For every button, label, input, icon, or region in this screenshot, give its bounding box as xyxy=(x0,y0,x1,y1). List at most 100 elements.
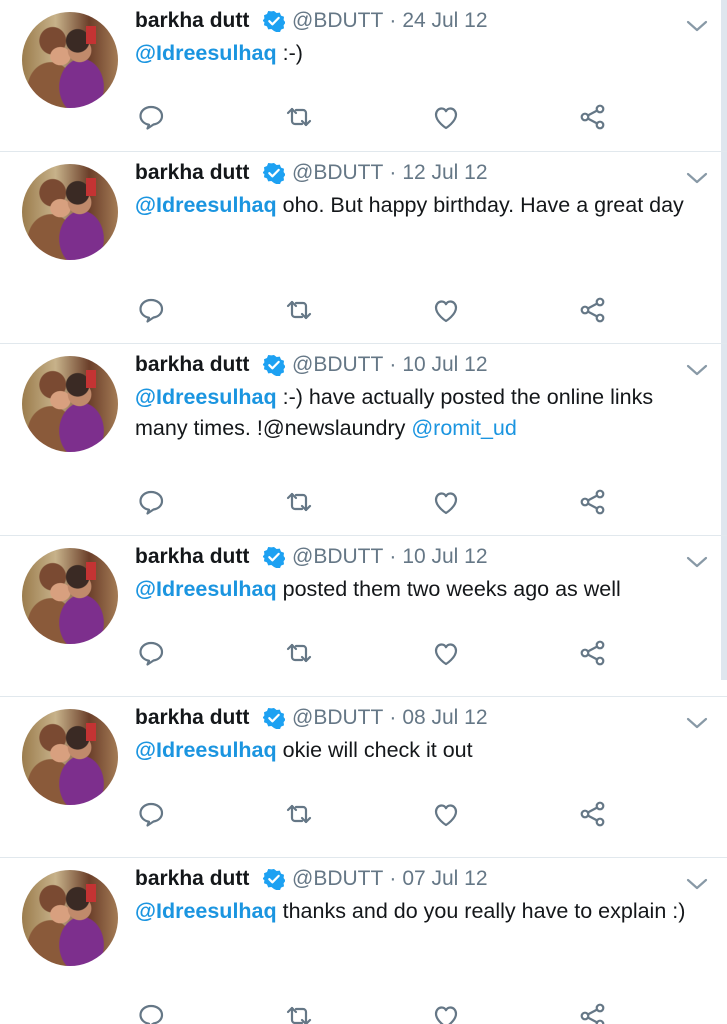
tweet-text: @Idreesulhaq :-) xyxy=(135,38,705,69)
tweet-text: @Idreesulhaq thanks and do you really ha… xyxy=(135,896,705,927)
tweet-text: @Idreesulhaq :-) have actually posted th… xyxy=(135,382,705,444)
reply-icon[interactable] xyxy=(136,638,166,668)
display-name[interactable]: barkha dutt xyxy=(135,866,249,892)
meta-separator: · xyxy=(389,706,397,729)
tweet-date[interactable]: 24 Jul 12 xyxy=(402,9,487,32)
tweet-date[interactable]: 10 Jul 12 xyxy=(402,353,487,376)
retweet-icon[interactable] xyxy=(284,799,314,829)
verified-badge-icon xyxy=(262,10,286,33)
tweet-text-content: oho. But happy birthday. Have a great da… xyxy=(276,193,684,217)
chevron-down-icon[interactable] xyxy=(686,19,708,33)
reply-mention-link[interactable]: @Idreesulhaq xyxy=(135,41,277,65)
tweet-text-content: thanks and do you really have to explain… xyxy=(276,899,686,923)
display-name[interactable]: barkha dutt xyxy=(135,352,249,378)
reply-mention-link[interactable]: @Idreesulhaq xyxy=(135,385,277,409)
tweet-meta: @BDUTT · 10 Jul 12 xyxy=(292,544,488,570)
handle[interactable]: @BDUTT xyxy=(292,9,383,32)
tweet-text-content: :-) xyxy=(276,41,303,65)
avatar-photo-detail xyxy=(86,562,96,580)
chevron-down-icon[interactable] xyxy=(686,877,708,891)
handle[interactable]: @BDUTT xyxy=(292,706,383,729)
tweet-meta: @BDUTT · 07 Jul 12 xyxy=(292,866,488,892)
handle[interactable]: @BDUTT xyxy=(292,161,383,184)
avatar[interactable] xyxy=(22,356,118,452)
chevron-down-icon[interactable] xyxy=(686,555,708,569)
avatar[interactable] xyxy=(22,548,118,644)
tweet[interactable]: barkha dutt @BDUTT · 12 Jul 12 @Idreesulhaq … xyxy=(0,152,727,344)
tweet-text-content: posted them two weeks ago as well xyxy=(276,577,621,601)
avatar-photo-detail xyxy=(86,26,96,44)
tweet[interactable]: barkha dutt @BDUTT · 24 Jul 12 @Idreesulhaq … xyxy=(0,0,727,152)
share-icon[interactable] xyxy=(578,102,608,132)
avatar-photo-detail xyxy=(86,370,96,388)
share-icon[interactable] xyxy=(578,487,608,517)
reply-mention-link[interactable]: @Idreesulhaq xyxy=(135,738,277,762)
tweet-date[interactable]: 12 Jul 12 xyxy=(402,161,487,184)
reply-mention-link[interactable]: @Idreesulhaq xyxy=(135,899,277,923)
reply-icon[interactable] xyxy=(136,487,166,517)
tweet-meta: @BDUTT · 08 Jul 12 xyxy=(292,705,488,731)
like-icon[interactable] xyxy=(431,295,461,325)
handle[interactable]: @BDUTT xyxy=(292,867,383,890)
retweet-icon[interactable] xyxy=(284,1001,314,1024)
retweet-icon[interactable] xyxy=(284,295,314,325)
retweet-icon[interactable] xyxy=(284,487,314,517)
like-icon[interactable] xyxy=(431,1001,461,1024)
share-icon[interactable] xyxy=(578,799,608,829)
handle[interactable]: @BDUTT xyxy=(292,545,383,568)
avatar-photo-detail xyxy=(86,178,96,196)
avatar[interactable] xyxy=(22,12,118,108)
verified-badge-icon xyxy=(262,868,286,891)
handle[interactable]: @BDUTT xyxy=(292,353,383,376)
reply-icon[interactable] xyxy=(136,295,166,325)
meta-separator: · xyxy=(389,867,397,890)
tweet-meta: @BDUTT · 12 Jul 12 xyxy=(292,160,488,186)
like-icon[interactable] xyxy=(431,799,461,829)
like-icon[interactable] xyxy=(431,487,461,517)
tweet-meta: @BDUTT · 24 Jul 12 xyxy=(292,8,488,34)
like-icon[interactable] xyxy=(431,102,461,132)
avatar[interactable] xyxy=(22,164,118,260)
avatar-photo-detail xyxy=(86,884,96,902)
tweet[interactable]: barkha dutt @BDUTT · 08 Jul 12 @Idreesulhaq … xyxy=(0,697,727,858)
meta-separator: · xyxy=(389,9,397,32)
share-icon[interactable] xyxy=(578,295,608,325)
tweet-text: @Idreesulhaq okie will check it out xyxy=(135,735,705,766)
share-icon[interactable] xyxy=(578,638,608,668)
display-name[interactable]: barkha dutt xyxy=(135,544,249,570)
reply-icon[interactable] xyxy=(136,799,166,829)
share-icon[interactable] xyxy=(578,1001,608,1024)
mention-link[interactable]: @romit_ud xyxy=(411,416,516,440)
chevron-down-icon[interactable] xyxy=(686,716,708,730)
tweet[interactable]: barkha dutt @BDUTT · 07 Jul 12 @Idreesulhaq … xyxy=(0,858,727,1024)
reply-mention-link[interactable]: @Idreesulhaq xyxy=(135,577,277,601)
tweet-timeline: barkha dutt @BDUTT · 24 Jul 12 @Idreesulhaq … xyxy=(0,0,727,1024)
retweet-icon[interactable] xyxy=(284,102,314,132)
avatar[interactable] xyxy=(22,709,118,805)
avatar-photo-detail xyxy=(86,723,96,741)
meta-separator: · xyxy=(389,161,397,184)
tweet-meta: @BDUTT · 10 Jul 12 xyxy=(292,352,488,378)
meta-separator: · xyxy=(389,545,397,568)
chevron-down-icon[interactable] xyxy=(686,171,708,185)
display-name[interactable]: barkha dutt xyxy=(135,8,249,34)
avatar[interactable] xyxy=(22,870,118,966)
chevron-down-icon[interactable] xyxy=(686,363,708,377)
reply-icon[interactable] xyxy=(136,102,166,132)
tweet[interactable]: barkha dutt @BDUTT · 10 Jul 12 @Idreesulhaq … xyxy=(0,536,727,697)
tweet-date[interactable]: 07 Jul 12 xyxy=(402,867,487,890)
like-icon[interactable] xyxy=(431,638,461,668)
tweet-text: @Idreesulhaq oho. But happy birthday. Ha… xyxy=(135,190,705,221)
reply-mention-link[interactable]: @Idreesulhaq xyxy=(135,193,277,217)
display-name[interactable]: barkha dutt xyxy=(135,705,249,731)
display-name[interactable]: barkha dutt xyxy=(135,160,249,186)
verified-badge-icon xyxy=(262,354,286,377)
tweet-text: @Idreesulhaq posted them two weeks ago a… xyxy=(135,574,705,605)
tweet[interactable]: barkha dutt @BDUTT · 10 Jul 12 @Idreesulhaq … xyxy=(0,344,727,536)
tweet-date[interactable]: 08 Jul 12 xyxy=(402,706,487,729)
verified-badge-icon xyxy=(262,546,286,569)
meta-separator: · xyxy=(389,353,397,376)
retweet-icon[interactable] xyxy=(284,638,314,668)
tweet-date[interactable]: 10 Jul 12 xyxy=(402,545,487,568)
reply-icon[interactable] xyxy=(136,1001,166,1024)
